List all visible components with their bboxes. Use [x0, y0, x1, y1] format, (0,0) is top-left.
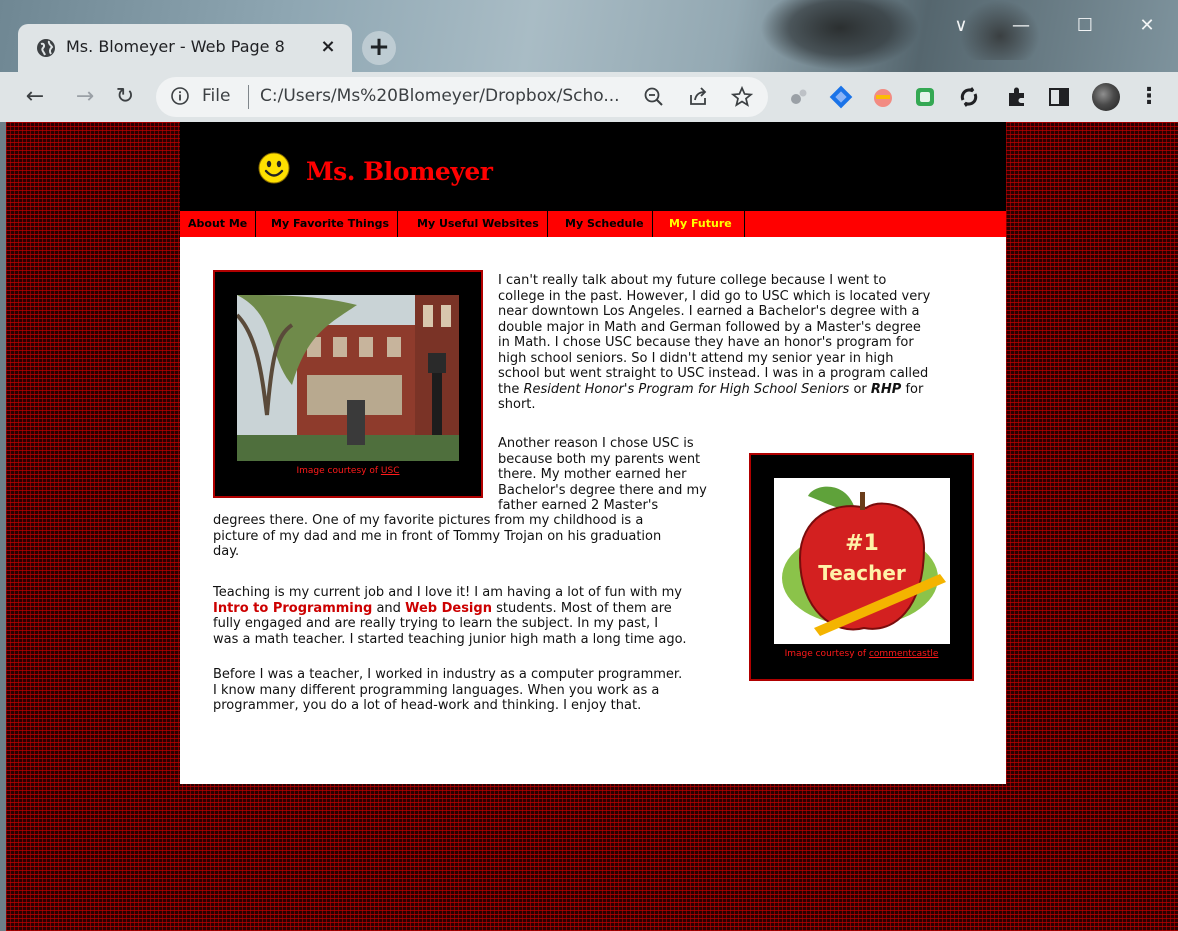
usc-figure: Image courtesy of USC — [213, 270, 483, 498]
text-line: Bachelor's degree there and my — [498, 482, 707, 498]
usc-credit-link[interactable]: USC — [381, 466, 400, 476]
text-line: near downtown Los Angeles. I earned a Ba… — [498, 304, 920, 319]
text-run: for — [901, 381, 924, 397]
text-run: or — [849, 381, 871, 397]
commentcastle-credit-link[interactable]: commentcastle — [869, 649, 938, 659]
extensions-puzzle-icon[interactable] — [1004, 84, 1030, 110]
browser-menu-icon[interactable]: ⋮ — [1138, 82, 1160, 112]
back-button[interactable]: ← — [20, 82, 50, 112]
teacher-apple-image: #1 Teacher — [774, 478, 950, 644]
text-line: the Resident Honor's Program for High Sc… — [498, 382, 930, 398]
extension-gears-icon[interactable] — [786, 84, 812, 110]
text-line: picture of my dad and me in front of Tom… — [213, 528, 662, 544]
zoom-icon[interactable] — [642, 85, 666, 109]
nav-my-future[interactable]: My Future — [661, 211, 745, 237]
tab-title: Ms. Blomeyer - Web Page 8 — [66, 37, 285, 56]
caption-text: Image courtesy of — [296, 466, 381, 476]
side-panel-icon[interactable] — [1046, 84, 1072, 110]
nav-my-schedule[interactable]: My Schedule — [557, 211, 653, 237]
text-run: students. Most of them are — [491, 600, 672, 616]
minimize-button[interactable]: — — [1004, 14, 1038, 38]
usc-caption: Image courtesy of USC — [215, 466, 481, 476]
text-line: high school seniors. So I didn't attend … — [498, 350, 894, 366]
text-run: and — [372, 600, 406, 616]
nav-about-me[interactable]: About Me — [180, 211, 257, 237]
browser-tab-active[interactable]: Ms. Blomeyer - Web Page 8 × — [18, 24, 352, 72]
address-bar[interactable]: File C:/Users/Ms%20Blomeyer/Dropbox/Scho… — [156, 77, 768, 117]
forward-button[interactable]: → — [70, 82, 100, 112]
extension-sync-icon[interactable] — [956, 84, 982, 110]
text-line: fully engaged and are really trying to l… — [213, 616, 659, 631]
url-scheme: File — [202, 86, 231, 106]
teacher-caption: Image courtesy of commentcastle — [751, 649, 972, 659]
page-background: Ms. Blomeyer About Me My Favorite Things… — [6, 122, 1178, 931]
bookmark-star-icon[interactable] — [730, 85, 754, 109]
text-line: was a math teacher. I started teaching j… — [213, 631, 687, 647]
share-icon[interactable] — [686, 85, 710, 109]
site-title: Ms. Blomeyer — [306, 157, 493, 186]
text-line: father earned 2 Master's — [498, 498, 659, 513]
text-line: Teaching is my current job and I love it… — [213, 585, 682, 600]
paragraph-parents: Another reason I chose USC is because bo… — [498, 436, 707, 514]
text-line: Intro to Programming and Web Design stud… — [213, 601, 686, 617]
text-line: because both my parents went — [498, 451, 701, 467]
divider — [248, 85, 249, 109]
web-design-link[interactable]: Web Design — [405, 601, 492, 616]
new-tab-button[interactable]: + — [362, 31, 396, 65]
paragraph-teaching: Teaching is my current job and I love it… — [213, 585, 686, 647]
paragraph-parents-cont: degrees there. One of my favorite pictur… — [213, 513, 661, 560]
tab-search-chevron-icon[interactable]: ∨ — [944, 14, 978, 38]
intro-to-programming-link[interactable]: Intro to Programming — [213, 601, 372, 616]
image-text-number: #1 — [845, 531, 879, 556]
url-text[interactable]: C:/Users/Ms%20Blomeyer/Dropbox/Scho... — [260, 86, 620, 106]
program-name: Resident Honor's Program for High School… — [523, 381, 850, 397]
globe-icon — [37, 39, 55, 57]
program-acronym: RHP — [870, 381, 902, 397]
text-line: Another reason I chose USC is — [498, 436, 694, 451]
site-nav: About Me My Favorite Things My Useful We… — [180, 211, 1006, 237]
site-header: Ms. Blomeyer — [180, 122, 1006, 211]
browser-toolbar: ← → ↻ File C:/Users/Ms%20Blomeyer/Dropbo… — [0, 72, 1178, 122]
text-line: Before I was a teacher, I worked in indu… — [213, 667, 683, 682]
extension-diamond-icon[interactable] — [828, 84, 854, 110]
text-line: programmer, you do a lot of head-work an… — [213, 698, 642, 713]
image-text-teacher: Teacher — [818, 561, 906, 585]
text-line: school but went straight to USC instead.… — [498, 366, 929, 381]
text-run: the — [498, 381, 524, 397]
maximize-button[interactable]: ☐ — [1068, 14, 1102, 38]
text-line: day. — [213, 544, 240, 559]
caption-text: Image courtesy of — [784, 649, 869, 659]
text-line: I know many different programming langua… — [213, 682, 660, 698]
extension-green-icon[interactable] — [912, 84, 938, 110]
text-line: short. — [498, 397, 536, 412]
close-tab-icon[interactable]: × — [314, 33, 342, 61]
text-line: in Math. I chose USC because they have a… — [498, 335, 914, 350]
theme-decoration — [760, 0, 920, 70]
page-container: Ms. Blomeyer About Me My Favorite Things… — [180, 122, 1006, 784]
nav-my-favorite-things[interactable]: My Favorite Things — [263, 211, 399, 237]
close-window-button[interactable]: ✕ — [1130, 14, 1164, 38]
info-icon[interactable] — [170, 86, 190, 106]
reload-button[interactable]: ↻ — [110, 82, 140, 112]
nav-my-useful-websites[interactable]: My Useful Websites — [409, 211, 548, 237]
extension-face-icon[interactable] — [870, 84, 896, 110]
teacher-figure: #1 Teacher Image courtesy of commentcast… — [749, 453, 974, 681]
paragraph-programmer: Before I was a teacher, I worked in indu… — [213, 667, 682, 714]
profile-avatar[interactable] — [1092, 83, 1120, 111]
text-line: degrees there. One of my favorite pictur… — [213, 513, 644, 528]
text-line: college in the past. However, I did go t… — [498, 288, 931, 304]
paragraph-college: I can't really talk about my future coll… — [498, 273, 930, 413]
usc-campus-photo — [237, 295, 459, 461]
text-line: there. My mother earned her — [498, 467, 687, 482]
text-line: I can't really talk about my future coll… — [498, 273, 887, 288]
smiley-icon — [258, 152, 290, 184]
text-line: double major in Math and German followed… — [498, 319, 921, 335]
